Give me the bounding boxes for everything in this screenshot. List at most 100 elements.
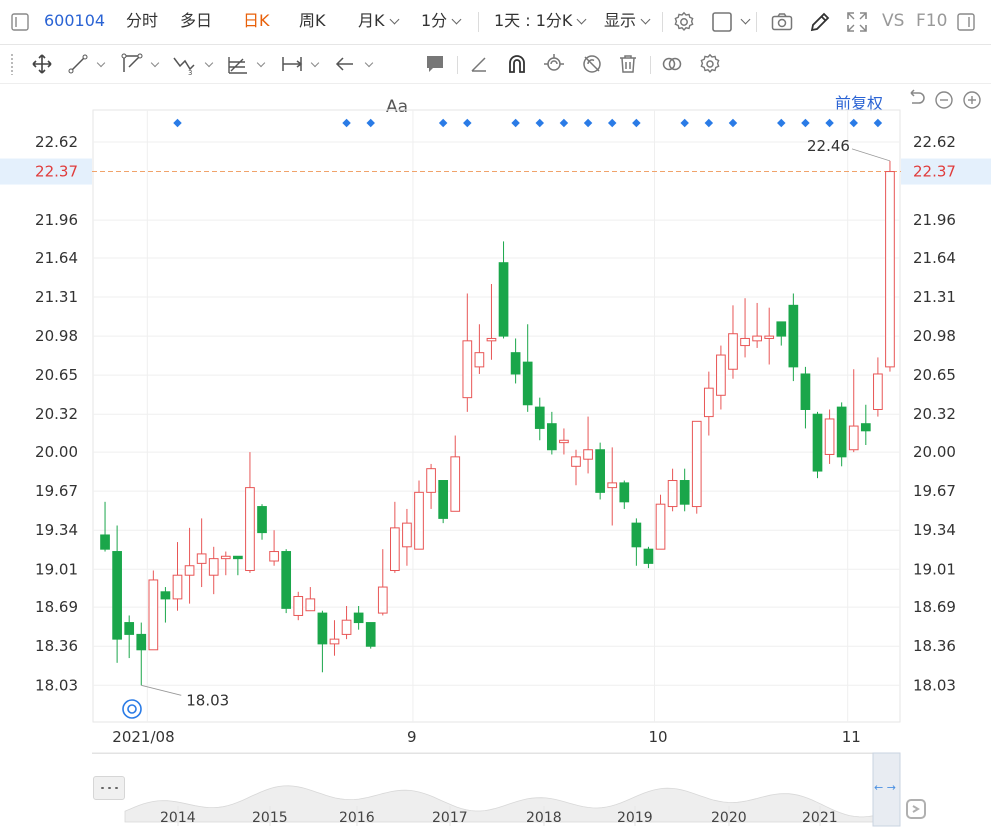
wave-icon[interactable]: 3 [172,52,196,76]
lock-icon[interactable] [542,52,566,76]
pen-icon[interactable] [467,52,491,76]
candle-body [691,420,702,508]
x-tick-label: 9 [407,728,417,746]
candle-body [257,506,267,534]
polyline-icon[interactable] [120,52,144,76]
candle-body [390,527,400,571]
move-icon[interactable] [30,52,54,76]
event-marker [680,118,689,128]
candle-body [220,555,231,560]
candle-body [402,522,412,548]
fib-icon[interactable] [226,52,250,76]
max-leader [851,148,891,162]
tab-intraday[interactable]: 分时 [126,11,158,31]
candle-body [305,598,316,612]
navigator-overview[interactable]: ← → 2014 2015 2016 2017 2018 2019 2020 2021 [0,752,991,827]
candle-body [269,551,279,562]
alert-circle-icon [122,699,142,719]
arrow-icon[interactable] [333,52,357,76]
chevron-down-icon[interactable] [310,58,320,68]
candlestick-chart[interactable]: 22.62 22.62 21.96 21.96 21.64 21.64 21.31 21.31… [0,84,991,752]
chevron-down-icon[interactable] [96,58,106,68]
magnet-icon[interactable] [505,52,529,76]
candle-body [631,522,642,548]
candle-body [160,591,171,600]
chevron-down-icon[interactable] [256,58,266,68]
y-tick-label-right: 18.03 [913,676,956,694]
tab-monthly-k-label: 月K [358,11,385,30]
link-icon[interactable] [660,52,684,76]
candle-body [752,335,762,342]
y-tick-label-right: 21.31 [913,288,956,306]
candle-body [112,551,122,640]
crosshair-price-right: 22.37 [913,163,956,181]
navigator-year-label: 2021 [802,810,838,826]
candle-body [559,439,569,444]
chevron-down-icon [389,14,399,25]
display-select[interactable]: 显示 [604,11,651,31]
event-marker [801,118,810,128]
y-tick-label-left: 19.34 [35,521,78,539]
chevron-down-icon[interactable] [740,14,751,25]
event-marker [704,118,714,128]
y-tick-label-right: 18.36 [913,637,956,655]
chevron-down-icon[interactable] [204,58,214,68]
tab-daily-k[interactable]: 日K [243,11,270,31]
settings-icon[interactable] [698,52,722,76]
more-dots-icon [99,786,119,790]
event-marker [559,118,569,128]
checkbox-icon[interactable] [710,10,734,34]
panel-toggle-icon[interactable] [956,12,976,32]
candle-body [848,425,859,451]
logo-icon [906,799,926,819]
navigator-year-label: 2018 [526,810,562,826]
f10-button[interactable]: F10 [916,11,947,31]
pencil-icon[interactable] [808,10,832,34]
navigator-menu-button[interactable] [93,776,125,800]
candle-body [534,406,545,429]
candle-body [703,387,714,418]
trash-icon[interactable] [616,52,640,76]
camera-icon[interactable] [770,10,794,34]
candle-body [885,171,895,368]
gear-icon[interactable] [672,10,696,34]
tab-minute[interactable]: 1分 [421,11,462,31]
chevron-down-icon[interactable] [364,58,374,68]
tab-multiday[interactable]: 多日 [180,11,212,31]
y-tick-label-right: 20.32 [913,405,956,423]
navigator-year-label: 2016 [339,810,375,826]
candle-body [136,633,147,651]
chevron-down-icon[interactable] [150,58,160,68]
period-combo-select[interactable]: 1天 : 1分K [494,11,587,31]
line-icon[interactable] [66,52,90,76]
y-tick-label-left: 20.65 [35,366,78,384]
stock-code[interactable]: 600104 [44,11,105,31]
tab-weekly-k[interactable]: 周K [299,11,326,31]
candle-body [498,262,509,337]
y-tick-label-left: 19.67 [35,482,78,500]
drag-handle[interactable] [10,53,14,75]
y-tick-label-right: 21.64 [913,249,956,267]
candle-body [329,638,340,645]
candle-body [836,406,847,458]
tab-monthly-k[interactable]: 月K [358,11,399,31]
display-label: 显示 [604,11,637,30]
compare-button[interactable]: VS [882,11,904,31]
note-icon[interactable] [423,52,447,76]
fullscreen-icon[interactable] [845,10,869,34]
measure-icon[interactable] [280,52,304,76]
event-marker [438,118,448,128]
candle-body [414,491,424,550]
hide-icon[interactable] [580,52,604,76]
watermark-logo [906,797,991,826]
candle-body [208,558,219,576]
event-marker [849,118,858,128]
chevron-down-icon [576,14,587,25]
event-marker [511,118,520,128]
candle-body [377,586,388,614]
x-tick-label: 2021/08 [112,728,174,746]
sidebar-toggle-icon[interactable] [10,12,30,32]
candle-body [667,480,678,508]
candle-body [655,503,666,550]
event-marker [583,118,593,128]
